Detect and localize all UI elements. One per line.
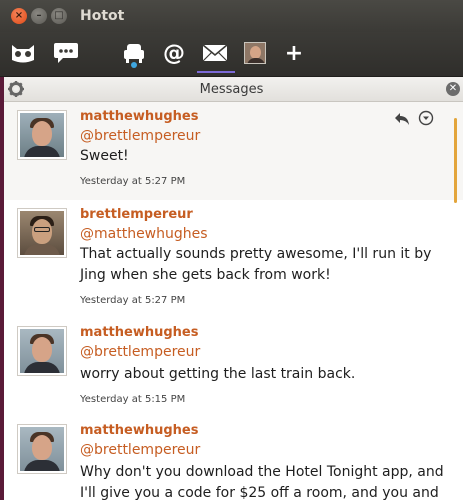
column-title: Messages [199,82,264,97]
message-actions [394,110,434,130]
close-column-icon[interactable]: ✕ [446,82,460,96]
add-icon[interactable]: + [280,36,308,70]
profile-avatar[interactable] [240,36,270,70]
avatar[interactable] [17,424,67,474]
owl-icon[interactable] [8,36,38,70]
recipient-mention: @brettlempereur [80,442,200,458]
title-bar: × – □ Hotot [0,0,463,32]
recipient-handle[interactable]: @matthewhughes [80,226,208,242]
message-text: Why don't you download the Hotel Tonight… [80,464,444,500]
message-text: Sweet! [80,148,129,164]
recipient-mention: @brettlempereur [80,344,200,360]
window-minimize-button[interactable]: – [31,8,47,24]
avatar[interactable] [17,208,67,258]
sender-name[interactable]: matthewhughes [80,423,198,438]
message-text: worry about getting the last train back. [80,366,356,382]
timestamp[interactable]: Yesterday at 5:15 PM [80,394,185,405]
timestamp[interactable]: Yesterday at 5:27 PM [80,295,185,306]
chevron-down-icon[interactable] [418,110,434,130]
chat-icon[interactable] [50,36,82,70]
column-header: Messages ✕ [0,77,463,102]
sender-name[interactable]: brettlempereur [80,207,193,222]
list-item[interactable]: matthewhughes @brettlempereur worry abou… [4,318,463,417]
messages-icon[interactable] [198,36,232,70]
mention-icon[interactable]: @ [158,36,190,70]
window-close-button[interactable]: × [11,8,27,24]
timestamp[interactable]: Yesterday at 5:27 PM [80,176,185,187]
home-icon[interactable] [118,36,150,70]
avatar[interactable] [17,326,67,376]
recipient-handle[interactable]: @brettlempereur [80,442,200,458]
message-list[interactable]: matthewhughes @brettlempereur Sweet! Yes… [4,102,463,500]
window-maximize-button[interactable]: □ [51,8,67,24]
recipient-mention: @brettlempereur [80,128,200,144]
recipient-handle[interactable]: @brettlempereur [80,344,200,360]
recipient-handle[interactable]: @brettlempereur [80,128,200,144]
avatar[interactable] [17,110,67,160]
message-text: That actually sounds pretty awesome, I'l… [80,246,432,283]
list-item[interactable]: matthewhughes @brettlempereur Why don't … [4,416,463,500]
sender-name[interactable]: matthewhughes [80,109,198,124]
scrollbar[interactable] [454,118,457,203]
active-tab-indicator [197,71,235,73]
list-item[interactable]: matthewhughes @brettlempereur Sweet! Yes… [4,102,463,201]
recipient-mention: @matthewhughes [80,226,208,242]
window-title: Hotot [80,8,125,24]
sender-name[interactable]: matthewhughes [80,325,198,340]
reply-icon[interactable] [394,111,410,130]
list-item[interactable]: brettlempereur @matthewhughes That actua… [4,200,463,319]
